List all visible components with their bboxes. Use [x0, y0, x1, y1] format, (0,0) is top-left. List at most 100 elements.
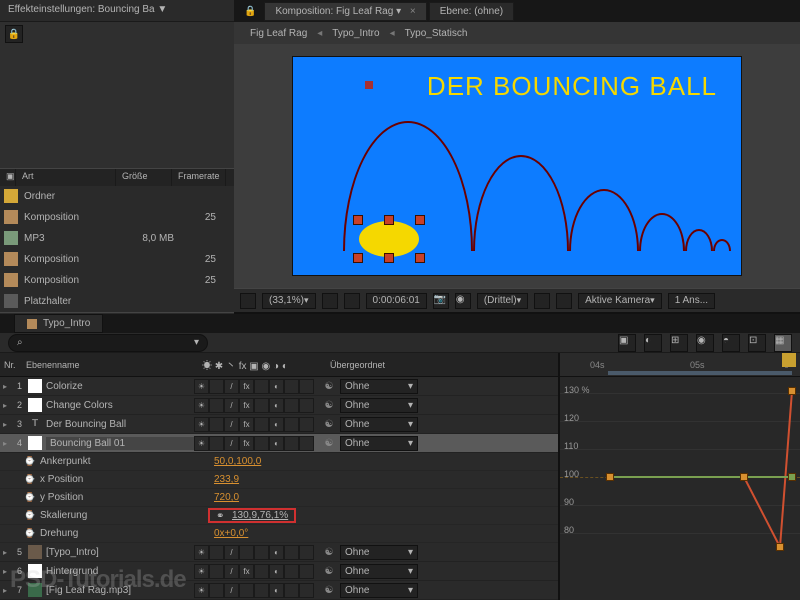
- twirl-icon[interactable]: ▸: [0, 420, 10, 429]
- property-row[interactable]: ⌚x Position233,9: [0, 471, 558, 489]
- stopwatch-icon[interactable]: ⌚: [24, 510, 38, 521]
- playhead[interactable]: [782, 353, 796, 367]
- snapshot-icon[interactable]: 📷: [433, 293, 449, 309]
- mask-icon[interactable]: [344, 293, 360, 309]
- col-fps[interactable]: Framerate: [172, 169, 226, 186]
- breadcrumb-item[interactable]: Typo_Statisch: [399, 26, 474, 41]
- parent-dropdown[interactable]: Ohne▾: [340, 545, 418, 560]
- pickwhip-icon[interactable]: ☯: [322, 379, 336, 393]
- transform-handle[interactable]: [353, 215, 363, 225]
- graph-area[interactable]: 130 % 120 110 100 90 80: [560, 377, 800, 600]
- dropdown-icon[interactable]: ▾: [396, 6, 401, 17]
- project-item[interactable]: MP38,0 MB: [0, 228, 234, 249]
- pickwhip-icon[interactable]: ☯: [322, 417, 336, 431]
- dropdown-icon[interactable]: ▾: [194, 337, 199, 348]
- layer-row[interactable]: ▸4Bouncing Ball 01☀/fx◐☯Ohne▾: [0, 434, 558, 453]
- parent-dropdown[interactable]: Ohne▾: [340, 583, 418, 598]
- layer-switches[interactable]: ☀/◐: [194, 583, 322, 598]
- roi-icon[interactable]: [534, 293, 550, 309]
- layer-name[interactable]: Change Colors: [46, 400, 194, 411]
- stopwatch-icon[interactable]: ⌚: [24, 528, 38, 539]
- layer-switches[interactable]: ☀/fx◐: [194, 398, 322, 413]
- keyframe[interactable]: [606, 473, 614, 481]
- composition-viewer[interactable]: DER BOUNCING BALL: [234, 44, 800, 288]
- graph-editor[interactable]: 04s 05s 0 130 % 120 110 100 90 80: [560, 353, 800, 600]
- search-input[interactable]: ⌕ ▾: [8, 334, 208, 352]
- layer-switches[interactable]: ☀/◐: [194, 545, 322, 560]
- graph-editor-icon[interactable]: ▦: [774, 334, 792, 352]
- res-icon[interactable]: [322, 293, 338, 309]
- transform-handle[interactable]: [384, 215, 394, 225]
- keyframe[interactable]: [740, 473, 748, 481]
- transform-handle[interactable]: [384, 253, 394, 263]
- lock-icon[interactable]: 🔒: [244, 6, 256, 17]
- twirl-icon[interactable]: ▸: [0, 401, 10, 410]
- property-row[interactable]: ⌚Drehung0x+0,0°: [0, 525, 558, 543]
- grid-icon[interactable]: [240, 293, 256, 309]
- parent-dropdown[interactable]: Ohne▾: [340, 379, 418, 394]
- col-size[interactable]: Größe: [116, 169, 172, 186]
- project-item[interactable]: Komposition25: [0, 270, 234, 291]
- transform-handle[interactable]: [415, 215, 425, 225]
- layer-row[interactable]: ▸3TDer Bouncing Ball☀/fx◐☯Ohne▾: [0, 415, 558, 434]
- property-value[interactable]: 720,0: [204, 492, 239, 503]
- layer-name[interactable]: Bouncing Ball 01: [46, 437, 194, 450]
- breadcrumb-item[interactable]: Fig Leaf Rag: [244, 26, 313, 41]
- twirl-icon[interactable]: ▸: [0, 382, 10, 391]
- effects-panel-tab[interactable]: Effekteinstellungen: Bouncing Ba ▼: [0, 0, 234, 22]
- filter-icon[interactable]: ▣: [0, 169, 16, 186]
- property-value[interactable]: 233,9: [204, 474, 239, 485]
- pickwhip-icon[interactable]: ☯: [322, 564, 336, 578]
- keyframe[interactable]: [788, 473, 796, 481]
- tool-icon[interactable]: ◐: [644, 334, 662, 352]
- layer-switches[interactable]: ☀/fx◐: [194, 417, 322, 432]
- project-item[interactable]: Ordner: [0, 186, 234, 207]
- project-item[interactable]: Platzhalter: [0, 291, 234, 312]
- col-parent[interactable]: Übergeordnet: [330, 360, 440, 370]
- layer-row[interactable]: ▸2Change Colors☀/fx◐☯Ohne▾: [0, 396, 558, 415]
- keyframe[interactable]: [788, 387, 796, 395]
- stopwatch-icon[interactable]: ⌚: [24, 492, 38, 503]
- lock-icon[interactable]: 🔒: [5, 25, 23, 43]
- pickwhip-icon[interactable]: ☯: [322, 545, 336, 559]
- scale-value-highlight[interactable]: ⚭130,9,76,1%: [208, 508, 296, 523]
- layer-row[interactable]: ▸1Colorize☀/fx◐☯Ohne▾: [0, 377, 558, 396]
- project-item[interactable]: Komposition25: [0, 249, 234, 270]
- layer-row[interactable]: ▸5[Typo_Intro]☀/◐☯Ohne▾: [0, 543, 558, 562]
- camera-dropdown[interactable]: Aktive Kamera ▾: [578, 293, 662, 309]
- parent-dropdown[interactable]: Ohne▾: [340, 564, 418, 579]
- views-dropdown[interactable]: 1 Ans...: [668, 293, 715, 309]
- layer-name[interactable]: Der Bouncing Ball: [46, 419, 194, 430]
- layer-switches[interactable]: ☀/fx◐: [194, 436, 322, 451]
- property-value[interactable]: 0x+0,0°: [204, 528, 248, 539]
- channel-icon[interactable]: ◉: [455, 293, 471, 309]
- twirl-icon[interactable]: ▸: [0, 439, 10, 448]
- resolution-dropdown[interactable]: (Drittel) ▾: [477, 293, 528, 309]
- property-value[interactable]: 50,0,100,0: [204, 456, 261, 467]
- property-row[interactable]: ⌚Skalierung⚭130,9,76,1%: [0, 507, 558, 525]
- parent-dropdown[interactable]: Ohne▾: [340, 398, 418, 413]
- transform-handle[interactable]: [415, 253, 425, 263]
- twirl-icon[interactable]: ▸: [0, 548, 10, 557]
- tool-icon[interactable]: ⊡: [748, 334, 766, 352]
- zoom-dropdown[interactable]: (33,1%) ▾: [262, 293, 316, 309]
- transparency-icon[interactable]: [556, 293, 572, 309]
- pickwhip-icon[interactable]: ☯: [322, 583, 336, 597]
- col-nr[interactable]: Nr.: [0, 360, 22, 370]
- transform-handle[interactable]: [353, 253, 363, 263]
- ball-shape[interactable]: [359, 221, 419, 257]
- project-item[interactable]: Komposition25: [0, 207, 234, 228]
- tool-icon[interactable]: ◓: [722, 334, 740, 352]
- pickwhip-icon[interactable]: ☯: [322, 436, 336, 450]
- parent-dropdown[interactable]: Ohne▾: [340, 417, 418, 432]
- twirl-icon[interactable]: ▸: [0, 567, 10, 576]
- layer-switches[interactable]: ☀/fx◐: [194, 379, 322, 394]
- tool-icon[interactable]: ▣: [618, 334, 636, 352]
- layer-name[interactable]: Colorize: [46, 381, 194, 392]
- tool-icon[interactable]: ◉: [696, 334, 714, 352]
- tool-icon[interactable]: ⊞: [670, 334, 688, 352]
- layer-name[interactable]: [Typo_Intro]: [46, 547, 194, 558]
- stopwatch-icon[interactable]: ⌚: [24, 474, 38, 485]
- timeline-tab[interactable]: Typo_Intro: [14, 314, 103, 333]
- time-ruler[interactable]: 04s 05s 0: [560, 353, 800, 377]
